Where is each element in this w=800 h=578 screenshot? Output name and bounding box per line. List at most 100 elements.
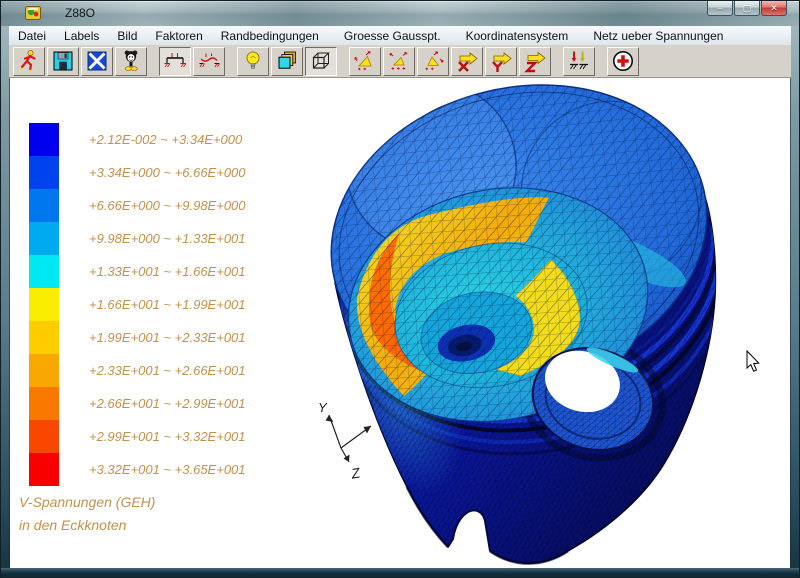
graphics-canvas[interactable]: Y Z +2.12E-002 ~ +3.34E+000 +3.34E+000 ~ … <box>9 78 791 568</box>
rotate-triangle-icon <box>421 49 445 73</box>
show-loads-button[interactable] <box>563 47 595 76</box>
legend-color-swatch <box>29 189 59 222</box>
menu-bar: Datei Labels Bild Faktoren Randbedingung… <box>9 26 791 46</box>
legend-range-label: +1.66E+001 ~ +1.99E+001 <box>89 297 246 312</box>
legend-row: +2.66E+001 ~ +2.99E+001 <box>29 387 246 420</box>
wireframe-cube-icon <box>309 49 333 73</box>
legend-color-swatch <box>29 123 59 156</box>
axis-label-y: Y <box>318 400 328 415</box>
z88-mascot-icon <box>119 49 143 73</box>
run-man-icon <box>17 49 41 73</box>
window-border-left <box>1 1 10 577</box>
minimize-button[interactable]: – <box>707 1 733 16</box>
legend-color-swatch <box>29 321 59 354</box>
toolbar-separator <box>226 47 236 76</box>
rotate-view-button-1[interactable] <box>349 47 381 76</box>
app-icon <box>25 5 41 21</box>
deformed-structure-button[interactable] <box>193 47 225 76</box>
legend-color-swatch <box>29 387 59 420</box>
toolbar-separator <box>596 47 606 76</box>
blue-x-icon <box>85 49 109 73</box>
legend-row: +3.34E+000 ~ +6.66E+000 <box>29 156 246 189</box>
floppy-save-icon <box>51 49 75 73</box>
legend-row: +2.33E+001 ~ +2.66E+001 <box>29 354 246 387</box>
legend-row: +1.33E+001 ~ +1.66E+001 <box>29 255 246 288</box>
rotate-triangle-icon <box>387 49 411 73</box>
translate-z-button[interactable] <box>519 47 551 76</box>
close-view-button[interactable] <box>81 47 113 76</box>
legend-range-label: +1.99E+001 ~ +2.33E+001 <box>89 330 246 345</box>
menu-item-labels[interactable]: Labels <box>55 28 108 44</box>
menu-item-netz-ueber-spannungen[interactable]: Netz ueber Spannungen <box>584 28 732 44</box>
rotate-view-button-3[interactable] <box>417 47 449 76</box>
legend-range-label: +2.66E+001 ~ +2.99E+001 <box>89 396 246 411</box>
translate-x-button[interactable] <box>451 47 483 76</box>
toolbar-separator <box>338 47 348 76</box>
undeformed-structure-icon <box>163 49 187 73</box>
legend-range-label: +2.99E+001 ~ +3.32E+001 <box>89 429 246 444</box>
center-view-button[interactable] <box>607 47 639 76</box>
window-title: Z88O <box>65 6 95 20</box>
light-bulb-icon <box>241 49 265 73</box>
legend-color-swatch <box>29 420 59 453</box>
stress-legend: +2.12E-002 ~ +3.34E+000 +3.34E+000 ~ +6.6… <box>29 123 246 486</box>
toolbar-separator <box>552 47 562 76</box>
legend-footer: V-Spannungen (GEH) in den Eckknoten <box>19 491 155 537</box>
loads-arrows-icon <box>567 49 591 73</box>
stacked-surfaces-icon <box>275 49 299 73</box>
menu-item-faktoren[interactable]: Faktoren <box>146 28 211 44</box>
title-bar[interactable] <box>1 1 799 26</box>
legend-subtitle: in den Eckknoten <box>19 514 155 537</box>
legend-range-label: +1.33E+001 ~ +1.66E+001 <box>89 264 246 279</box>
legend-range-label: +2.12E-002 ~ +3.34E+000 <box>89 132 242 147</box>
legend-color-swatch <box>29 222 59 255</box>
legend-row: +1.66E+001 ~ +1.99E+001 <box>29 288 246 321</box>
menu-item-datei[interactable]: Datei <box>9 28 55 44</box>
rotate-view-button-2[interactable] <box>383 47 415 76</box>
wireframe-button[interactable] <box>305 47 337 76</box>
toolbar <box>9 45 791 78</box>
maximize-button[interactable]: ▢ <box>734 1 760 16</box>
legend-row: +6.66E+000 ~ +9.98E+000 <box>29 189 246 222</box>
legend-title: V-Spannungen (GEH) <box>19 491 155 514</box>
undeformed-structure-button[interactable] <box>159 47 191 76</box>
mouse-cursor <box>747 351 759 371</box>
save-button[interactable] <box>47 47 79 76</box>
surfaces-button[interactable] <box>271 47 303 76</box>
legend-row: +2.12E-002 ~ +3.34E+000 <box>29 123 246 156</box>
legend-color-swatch <box>29 354 59 387</box>
window-border-bottom <box>1 568 799 577</box>
legend-row: +9.98E+000 ~ +1.33E+001 <box>29 222 246 255</box>
legend-row: +3.32E+001 ~ +3.65E+001 <box>29 453 246 486</box>
translate-z-icon <box>523 49 547 73</box>
about-mascot-button[interactable] <box>115 47 147 76</box>
run-exit-button[interactable] <box>13 47 45 76</box>
legend-range-label: +3.34E+000 ~ +6.66E+000 <box>89 165 246 180</box>
legend-color-swatch <box>29 453 59 486</box>
legend-row: +2.99E+001 ~ +3.32E+001 <box>29 420 246 453</box>
piston-model <box>293 78 760 563</box>
light-button[interactable] <box>237 47 269 76</box>
legend-range-label: +6.66E+000 ~ +9.98E+000 <box>89 198 246 213</box>
axis-triad: Y Z <box>318 400 371 482</box>
toolbar-separator <box>148 47 158 76</box>
close-button[interactable]: ✕ <box>761 1 787 16</box>
legend-entries: +2.12E-002 ~ +3.34E+000 +3.34E+000 ~ +6.6… <box>29 123 246 486</box>
menu-item-bild[interactable]: Bild <box>108 28 146 44</box>
legend-color-swatch <box>29 156 59 189</box>
rotate-triangle-icon <box>353 49 377 73</box>
translate-x-icon <box>455 49 479 73</box>
legend-range-label: +3.32E+001 ~ +3.65E+001 <box>89 462 246 477</box>
application-window: Z88O – ▢ ✕ Datei Labels Bild Faktoren Ra… <box>0 0 800 578</box>
crosshair-plus-icon <box>611 49 635 73</box>
menu-item-randbedingungen[interactable]: Randbedingungen <box>212 28 328 44</box>
deformed-structure-icon <box>197 49 221 73</box>
menu-item-koordinatensystem[interactable]: Koordinatensystem <box>457 28 578 44</box>
legend-range-label: +9.98E+000 ~ +1.33E+001 <box>89 231 246 246</box>
axis-label-z: Z <box>349 464 362 481</box>
legend-color-swatch <box>29 288 59 321</box>
legend-color-swatch <box>29 255 59 288</box>
menu-item-groesse-gausspt[interactable]: Groesse Gausspt. <box>335 28 450 44</box>
translate-y-button[interactable] <box>485 47 517 76</box>
legend-row: +1.99E+001 ~ +2.33E+001 <box>29 321 246 354</box>
